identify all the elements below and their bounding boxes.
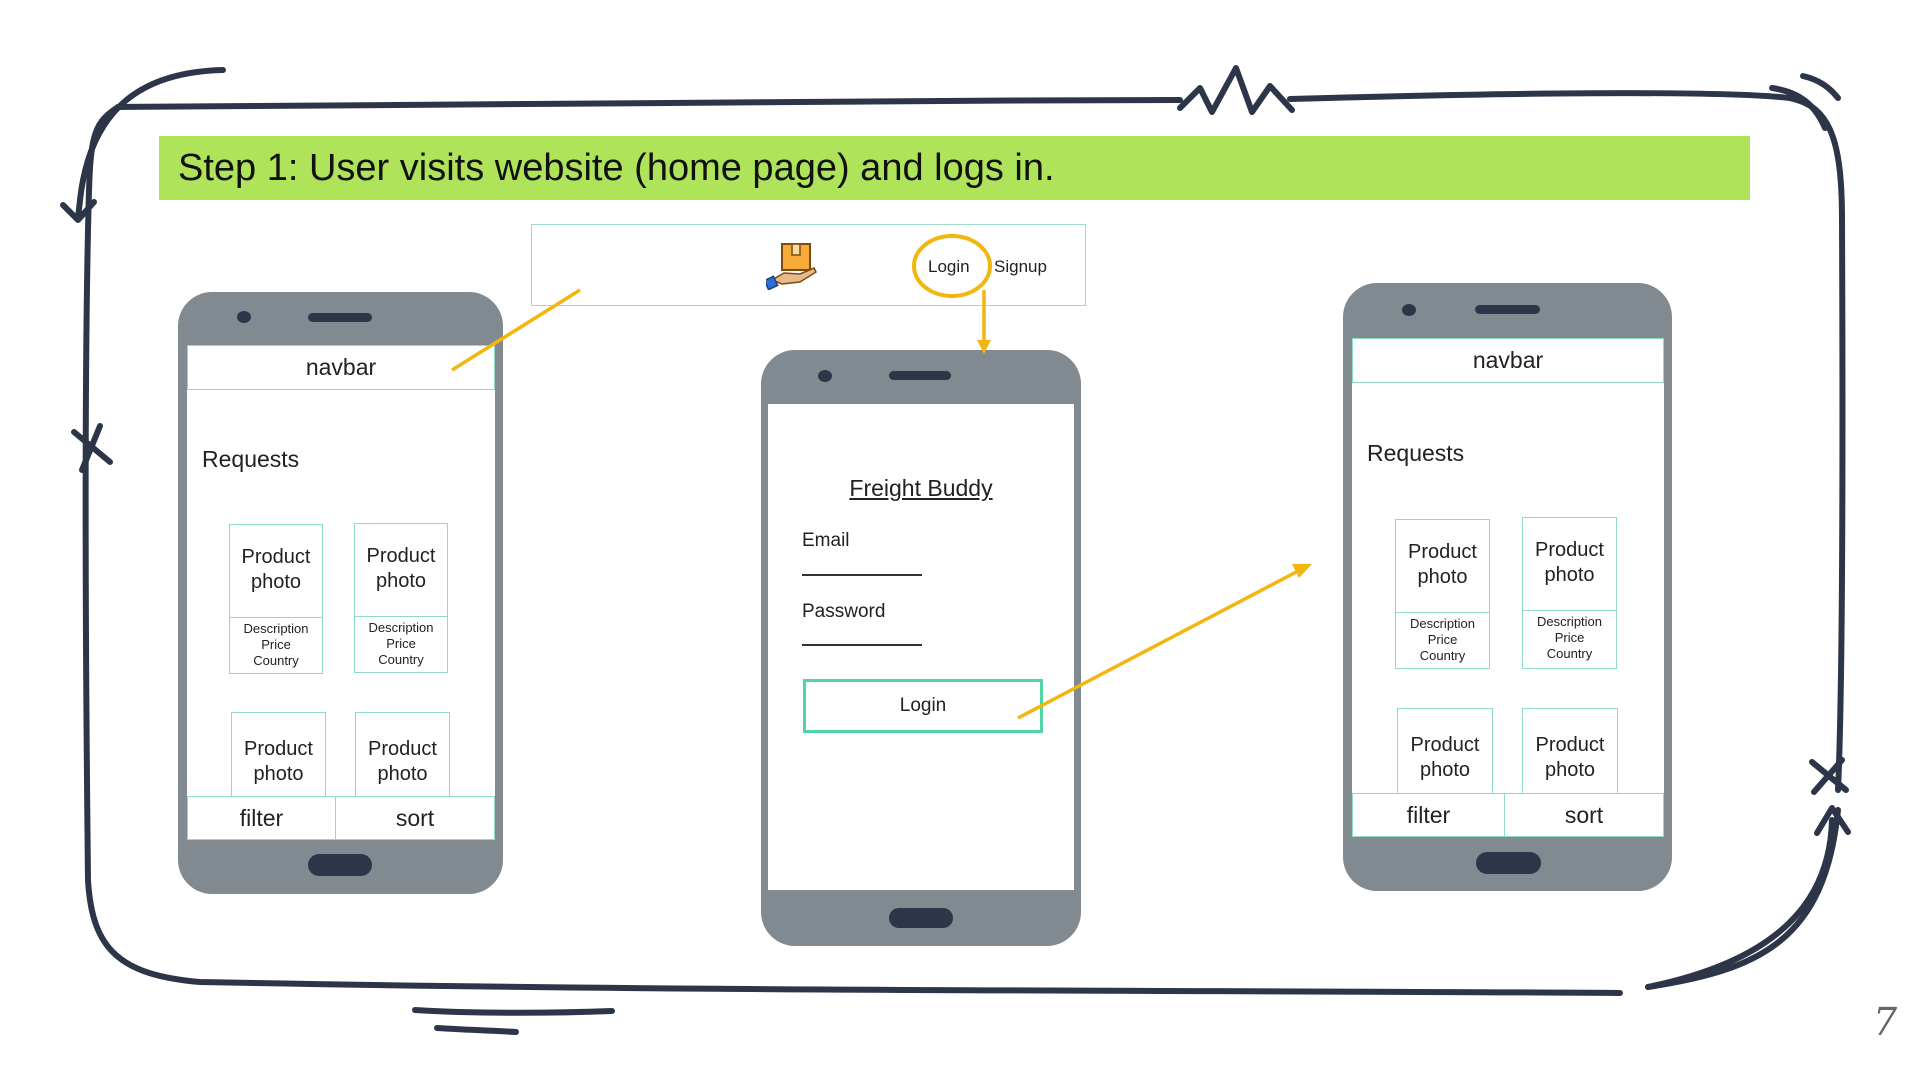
product-card[interactable]: Product photo Description Price Country (229, 524, 323, 674)
description-label: Description (243, 621, 309, 636)
price-label: Price (386, 636, 416, 651)
country-label: Country (378, 652, 424, 667)
navbar-box[interactable]: navbar (187, 345, 495, 390)
step-title: Step 1: User visits website (home page) … (178, 147, 1055, 189)
product-card[interactable]: Product photo (231, 712, 326, 802)
phone-speaker (889, 371, 951, 380)
phone-camera (237, 311, 251, 323)
email-field[interactable] (802, 574, 922, 576)
country-label: Country (1419, 648, 1466, 663)
cross-mark-left (71, 423, 113, 473)
description-label: Description (368, 620, 434, 635)
phone-camera (1402, 304, 1416, 316)
phone-home-button (889, 908, 953, 928)
nav-signup-link[interactable]: Signup (994, 257, 1047, 277)
product-photo-label: Product photo (366, 545, 436, 592)
description-label: Description (1409, 616, 1476, 631)
delivery-box-hand-icon (766, 243, 817, 290)
product-photo-label: Product photo (1535, 539, 1604, 586)
price-label: Price (1554, 630, 1585, 645)
product-photo-label: Product photo (241, 546, 311, 593)
product-photo-label: Product photo (368, 738, 437, 785)
product-card[interactable]: Product photo Description Price Country (354, 523, 448, 673)
product-card[interactable]: Product photo (1397, 708, 1493, 798)
product-card[interactable]: Product photo (1522, 708, 1618, 798)
price-label: Price (261, 637, 291, 652)
phone-home-button (1476, 852, 1541, 874)
product-card[interactable]: Product photo (355, 712, 450, 802)
product-card[interactable]: Product photo Description Price Country (1395, 519, 1490, 669)
country-label: Country (253, 653, 299, 668)
phone-speaker (1475, 305, 1540, 314)
product-card[interactable]: Product photo Description Price Country (1522, 517, 1617, 669)
product-photo-label: Product photo (1408, 541, 1477, 588)
sketch-frame (115, 97, 1183, 110)
product-photo-label: Product photo (244, 738, 313, 785)
requests-heading: Requests (1367, 440, 1465, 466)
product-photo-label: Product photo (1535, 734, 1605, 781)
zigzag-mark (1177, 65, 1295, 115)
filter-button[interactable]: filter (1352, 793, 1505, 837)
phone-home-button (308, 854, 372, 876)
page-number: 7 (1873, 1000, 1898, 1044)
description-label: Description (1536, 614, 1603, 629)
sort-button[interactable]: sort (335, 796, 495, 840)
nav-login-link[interactable]: Login (928, 257, 970, 277)
email-label: Email (802, 530, 850, 551)
navbar-box[interactable]: navbar (1352, 338, 1664, 383)
country-label: Country (1546, 646, 1593, 661)
product-photo-label: Product photo (1410, 734, 1480, 781)
sort-button[interactable]: sort (1504, 793, 1664, 837)
app-title: Freight Buddy (849, 475, 993, 501)
password-label: Password (802, 601, 886, 622)
price-label: Price (1427, 632, 1458, 647)
password-field[interactable] (802, 644, 922, 646)
requests-heading: Requests (202, 446, 300, 472)
filter-button[interactable]: filter (187, 796, 336, 840)
phone-camera (818, 370, 832, 382)
underline-strokes (412, 1007, 615, 1035)
login-button[interactable]: Login (803, 679, 1043, 733)
phone-speaker (308, 313, 372, 322)
